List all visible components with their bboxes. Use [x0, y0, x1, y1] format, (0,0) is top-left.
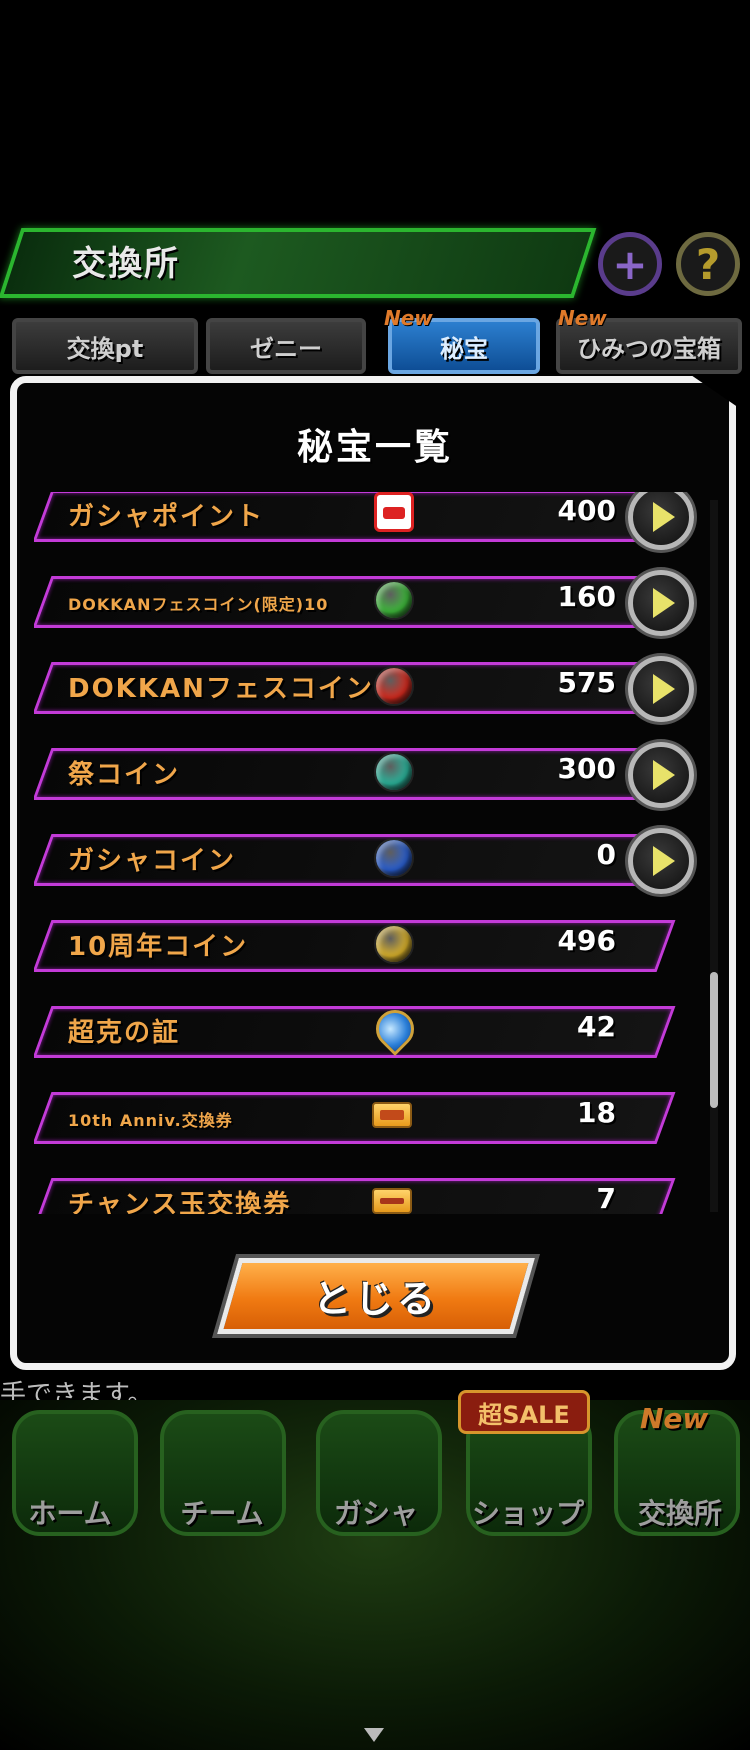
- tab-new-badge: New: [384, 306, 433, 330]
- exchange-arrow-button[interactable]: [628, 656, 694, 722]
- exchange-arrow-button[interactable]: [628, 570, 694, 636]
- page-title: 交換所: [72, 244, 180, 284]
- help-button[interactable]: ?: [676, 232, 740, 296]
- item-name: ガシャコイン: [68, 846, 237, 876]
- sale-badge: 超SALE: [458, 1390, 590, 1434]
- item-name: ガシャポイント: [68, 502, 265, 532]
- treasure-row: チャンス玉交換券 7: [34, 1178, 724, 1214]
- item-count: 7: [596, 1182, 616, 1214]
- item-count: 300: [557, 752, 616, 785]
- teal-coin-icon: [374, 752, 414, 792]
- treasure-row[interactable]: ガシャポイント 400: [34, 492, 724, 552]
- treasure-row[interactable]: ガシャコイン 0: [34, 828, 724, 896]
- item-name: 祭コイン: [68, 760, 181, 790]
- gasha-point-ticket-icon: [374, 492, 414, 532]
- anniversary-ticket-icon: [372, 1102, 412, 1128]
- green-coin-icon: [374, 580, 414, 620]
- item-name: DOKKANフェスコイン(限定)10: [68, 595, 329, 614]
- nav-home-label: ホーム: [28, 1497, 112, 1530]
- modal-title: 秘宝一覧: [296, 427, 453, 468]
- treasure-list[interactable]: ガシャポイント 400 DOKKANフェスコイン(限定)10 160 DOKKANフェス…: [34, 492, 724, 1214]
- nav-exchange-label: 交換所: [637, 1497, 722, 1530]
- chance-ticket-icon: [372, 1188, 412, 1214]
- treasure-row[interactable]: 祭コイン 300: [34, 742, 724, 810]
- exchange-arrow-button[interactable]: [628, 828, 694, 894]
- tab-new-badge: New: [558, 306, 607, 330]
- item-name: 10周年コイン: [68, 932, 249, 962]
- treasure-row: 超克の証 42: [34, 1002, 724, 1068]
- blue-coin-icon: [374, 838, 414, 878]
- scrollbar-thumb[interactable]: [710, 972, 718, 1108]
- treasure-row[interactable]: DOKKANフェスコイン(限定)10 160: [34, 570, 724, 638]
- item-name: 10th Anniv.交換券: [68, 1111, 233, 1130]
- item-count: 575: [557, 666, 616, 699]
- item-count: 400: [557, 494, 616, 527]
- treasure-row: 10th Anniv.交換券 18: [34, 1092, 724, 1154]
- nav-gasha-label: ガシャ: [333, 1497, 418, 1530]
- exchange-arrow-button[interactable]: [628, 742, 694, 808]
- item-name: DOKKANフェスコイン: [68, 674, 374, 704]
- item-count: 18: [577, 1096, 616, 1129]
- close-button-label: とじる: [312, 1277, 439, 1321]
- nav-shop-label: ショップ: [471, 1497, 584, 1530]
- tab-exchange-pt[interactable]: 交換pt: [12, 318, 198, 374]
- nav-new-badge: New: [640, 1402, 709, 1435]
- item-count: 496: [557, 924, 616, 957]
- item-count: 0: [596, 838, 616, 871]
- nav-team-label: チーム: [180, 1497, 264, 1530]
- treasure-row: 10周年コイン 496: [34, 920, 724, 982]
- down-arrow-icon: [364, 1728, 384, 1742]
- red-coin-icon: [374, 666, 414, 706]
- item-name: 超克の証: [68, 1018, 181, 1048]
- treasure-row[interactable]: DOKKANフェスコイン 575: [34, 656, 724, 724]
- gold-coin-icon: [374, 924, 414, 964]
- item-name: チャンス玉交換券: [68, 1190, 292, 1214]
- plus-button[interactable]: +: [598, 232, 662, 296]
- item-count: 42: [577, 1010, 616, 1043]
- item-count: 160: [557, 580, 616, 613]
- tab-zeni[interactable]: ゼニー: [206, 318, 366, 374]
- exchange-arrow-button[interactable]: [628, 492, 694, 550]
